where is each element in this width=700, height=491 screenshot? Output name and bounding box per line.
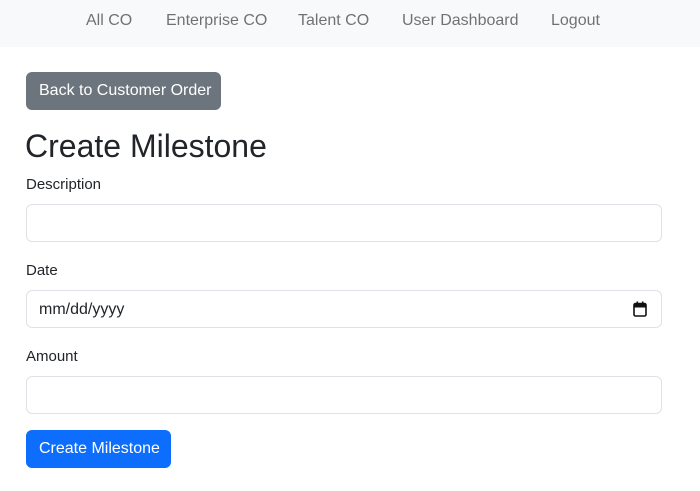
description-label: Description: [26, 176, 102, 193]
description-input[interactable]: [26, 204, 662, 242]
amount-label: Amount: [26, 348, 78, 365]
nav-link-enterprise-co[interactable]: Enterprise CO: [166, 11, 267, 31]
calendar-icon[interactable]: [633, 301, 647, 317]
top-navbar: All CO Enterprise CO Talent CO User Dash…: [0, 0, 700, 47]
nav-link-user-dashboard[interactable]: User Dashboard: [402, 11, 519, 31]
amount-input[interactable]: [26, 376, 662, 414]
nav-link-all-co[interactable]: All CO: [86, 11, 132, 31]
page-title: Create Milestone: [25, 128, 267, 164]
nav-link-talent-co[interactable]: Talent CO: [298, 11, 369, 31]
nav-link-logout[interactable]: Logout: [551, 11, 600, 31]
create-milestone-button[interactable]: Create Milestone: [26, 430, 171, 468]
date-label: Date: [26, 262, 58, 279]
date-placeholder: mm/dd/yyyy: [39, 301, 125, 318]
back-to-customer-order-button[interactable]: Back to Customer Order: [26, 72, 221, 110]
date-input[interactable]: mm/dd/yyyy: [26, 290, 662, 328]
